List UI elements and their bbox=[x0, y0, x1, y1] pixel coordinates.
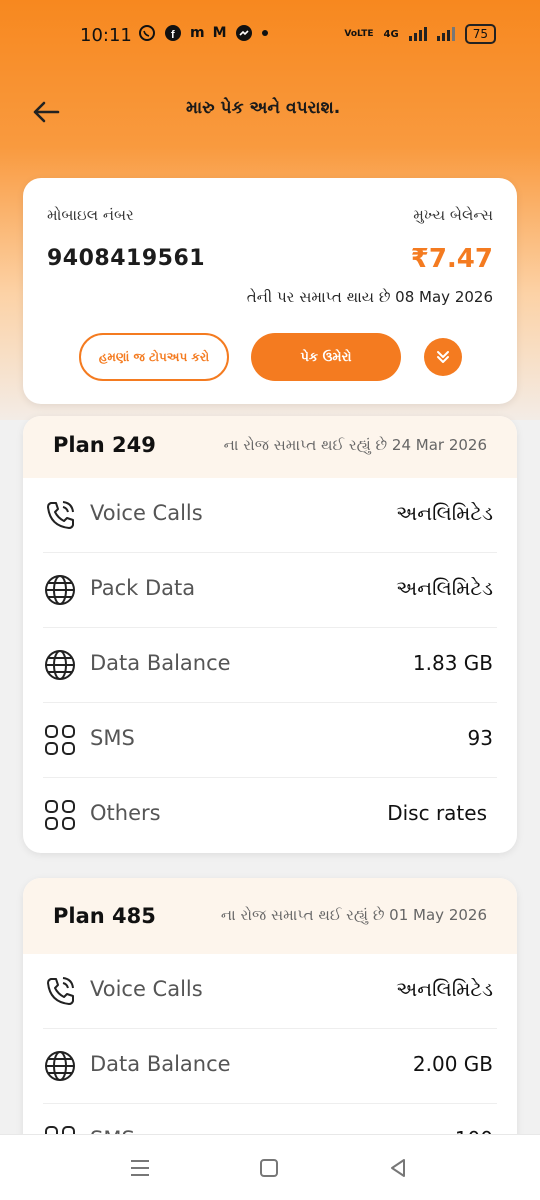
system-nav-bar bbox=[0, 1134, 540, 1200]
row-label: Data Balance bbox=[90, 1052, 231, 1076]
app-icon: M bbox=[212, 25, 227, 41]
grid-icon bbox=[45, 725, 75, 755]
row-value: Disc rates bbox=[387, 801, 487, 825]
plan-row: Voice Calls અનલિમિટેડ bbox=[43, 478, 497, 553]
row-label: Voice Calls bbox=[90, 977, 203, 1001]
plan-name: Plan 249 bbox=[53, 433, 156, 457]
add-pack-button[interactable]: પેક ઉમેરો bbox=[251, 333, 401, 381]
main-balance: ₹7.47 bbox=[410, 244, 493, 274]
mobile-number: 9408419561 bbox=[47, 246, 206, 271]
row-value: 2.00 GB bbox=[412, 1052, 493, 1076]
home-icon[interactable] bbox=[256, 1155, 282, 1181]
balance-expiry: તેની પર સમાપ્ત થાય છે 08 May 2026 bbox=[246, 288, 493, 306]
plan-expiry: ના રોજ સમાપ્ત થઈ રહ્યું છે 01 May 2026 bbox=[220, 906, 487, 924]
grid-icon bbox=[45, 800, 75, 830]
row-label: Others bbox=[90, 801, 161, 825]
network-type: 4G bbox=[383, 28, 399, 40]
dot-icon bbox=[261, 30, 268, 36]
svg-text:f: f bbox=[171, 29, 175, 41]
notification-icons: f m M bbox=[138, 24, 269, 42]
row-value: અનલિમિટેડ bbox=[396, 501, 493, 525]
plan-row: SMS 93 bbox=[43, 703, 497, 778]
status-time: 10:11 bbox=[80, 25, 132, 46]
battery-icon: 75 bbox=[464, 24, 496, 44]
plan-header: Plan 485 ના રોજ સમાપ્ત થઈ રહ્યું છે 01 M… bbox=[23, 878, 517, 954]
row-label: Pack Data bbox=[90, 576, 196, 600]
phone-call-icon bbox=[47, 501, 74, 529]
topup-button[interactable]: હમણાં જ ટોપઅપ કરો bbox=[79, 333, 229, 381]
double-chevron-down-icon bbox=[437, 351, 449, 363]
plan-card: Plan 249 ના રોજ સમાપ્ત થઈ રહ્યું છે 24 M… bbox=[23, 416, 517, 853]
whatsapp-icon bbox=[139, 25, 155, 41]
volte-badge: VoLTE bbox=[344, 29, 374, 39]
globe-icon bbox=[45, 1051, 75, 1081]
row-label: SMS bbox=[90, 726, 135, 750]
globe-icon bbox=[45, 650, 75, 680]
status-bar: 10:11 f m M VoLTE 4G 75 bbox=[0, 0, 540, 70]
plan-card: Plan 485 ના રોજ સમાપ્ત થઈ રહ્યું છે 01 M… bbox=[23, 878, 517, 1178]
back-arrow-icon[interactable] bbox=[30, 96, 62, 128]
plan-row: Pack Data અનલિમિટેડ bbox=[43, 553, 497, 628]
row-label: Data Balance bbox=[90, 651, 231, 675]
messenger-icon bbox=[235, 25, 252, 41]
plan-row: Others Disc rates bbox=[43, 778, 497, 853]
balance-card: મોબાઇલ નંબર મુખ્ય બેલેન્સ 9408419561 ₹7.… bbox=[23, 178, 517, 404]
plan-row: Voice Calls અનલિમિટેડ bbox=[43, 954, 497, 1029]
row-value: અનલિમિટેડ bbox=[396, 977, 493, 1001]
recent-apps-icon[interactable] bbox=[127, 1155, 153, 1181]
plan-row: Data Balance 2.00 GB bbox=[43, 1029, 497, 1104]
row-value: અનલિમિટેડ bbox=[396, 576, 493, 600]
page-title: મારુ પેક અને વપરાશ. bbox=[186, 98, 341, 118]
row-value: 93 bbox=[467, 726, 493, 750]
back-icon[interactable] bbox=[385, 1155, 411, 1181]
expand-button[interactable] bbox=[424, 338, 462, 376]
mobile-number-label: મોબાઇલ નંબર bbox=[47, 206, 134, 224]
signal-icon-2 bbox=[436, 27, 455, 41]
gmail-icon: m bbox=[190, 25, 205, 41]
phone-call-icon bbox=[47, 977, 74, 1005]
plan-name: Plan 485 bbox=[53, 904, 156, 928]
row-label: Voice Calls bbox=[90, 501, 203, 525]
plan-row: Data Balance 1.83 GB bbox=[43, 628, 497, 703]
globe-icon bbox=[45, 575, 75, 605]
facebook-icon: f bbox=[165, 25, 181, 41]
main-balance-label: મુખ્ય બેલેન્સ bbox=[413, 206, 493, 224]
app-header: મારુ પેક અને વપરાશ. bbox=[0, 90, 540, 134]
signal-icon bbox=[408, 27, 427, 41]
plan-expiry: ના રોજ સમાપ્ત થઈ રહ્યું છે 24 Mar 2026 bbox=[223, 436, 487, 454]
row-value: 1.83 GB bbox=[412, 651, 493, 675]
plan-header: Plan 249 ના રોજ સમાપ્ત થઈ રહ્યું છે 24 M… bbox=[23, 416, 517, 478]
status-right: VoLTE 4G 75 bbox=[344, 24, 496, 44]
